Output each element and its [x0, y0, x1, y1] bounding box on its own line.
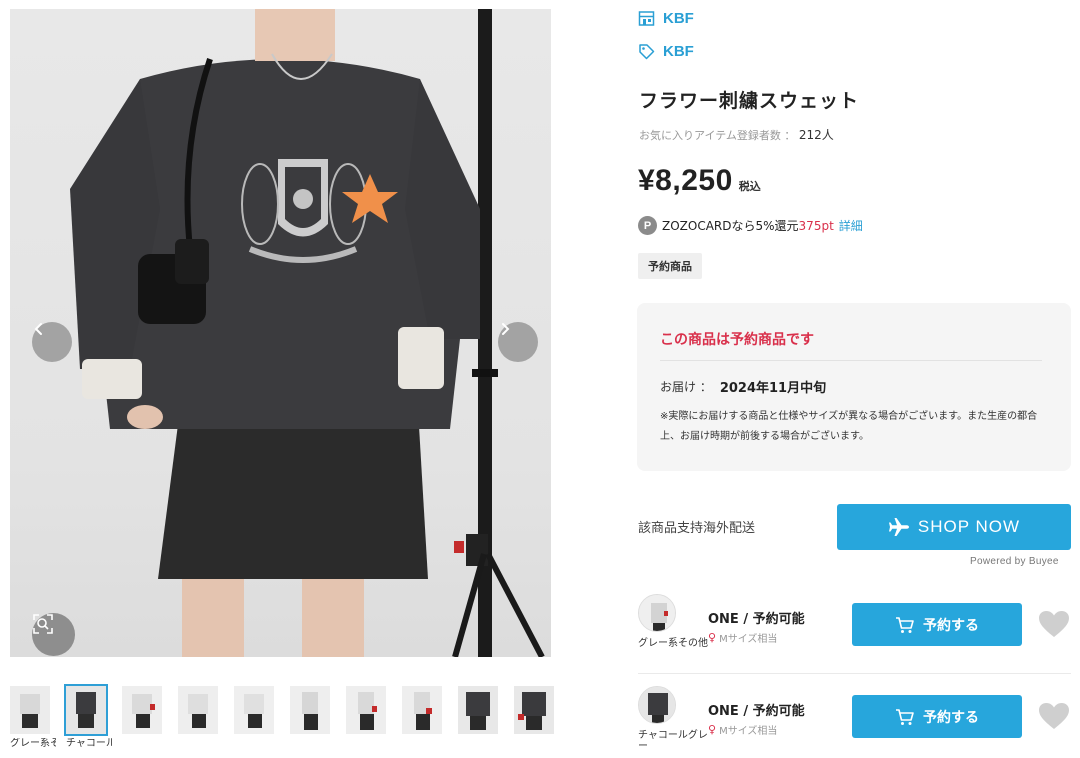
favorite-heart-icon[interactable]	[1038, 702, 1070, 730]
thumbnail[interactable]: グレー系その他	[10, 686, 56, 758]
delivery-label: お届け ：	[660, 380, 712, 394]
price: ¥8,250 税込	[638, 164, 761, 198]
price-amount: ¥8,250	[638, 164, 733, 197]
person-icon: ♀	[708, 723, 717, 736]
thumbnail[interactable]	[122, 686, 162, 758]
reserve-button[interactable]: 予約する	[852, 695, 1022, 738]
thumbnail-image	[402, 686, 442, 734]
variant-row: チャコールグレー ONE / 予約可能 ♀ Mサイズ相当 予約する	[638, 686, 1080, 758]
airplane-icon	[888, 518, 909, 536]
divider	[638, 673, 1071, 674]
delivery-date: 2024年11月中旬	[719, 381, 827, 396]
points-amount: 375pt	[798, 218, 834, 233]
thumbnail-caption: グレー系その他	[10, 738, 56, 749]
chevron-left-icon	[34, 323, 42, 335]
chevron-right-icon	[502, 323, 510, 335]
fit-text: Mサイズ相当	[719, 634, 778, 645]
thumbnail-image	[346, 686, 386, 734]
reserve-button[interactable]: 予約する	[852, 603, 1022, 646]
favorite-count-value: 212人	[798, 128, 834, 142]
shop-icon	[638, 11, 655, 26]
tag-icon	[639, 44, 655, 60]
thumbnail-caption: チャコールグレー	[66, 738, 112, 749]
points-text: ZOZOCARDなら5%還元	[662, 219, 799, 233]
thumbnail-caption	[514, 738, 560, 758]
thumbnail-caption	[458, 738, 504, 758]
color-name: チャコールグレー	[638, 730, 708, 752]
zoom-search-icon	[33, 614, 53, 634]
preorder-notice: この商品は予約商品です お届け ： 2024年11月中旬 ※実際にお届けする商品…	[637, 303, 1071, 471]
color-name: グレー系その他	[638, 638, 708, 649]
favorite-count-label: お気に入りアイテム登録者数 ：	[639, 129, 796, 142]
fit-info: ♀ Mサイズ相当	[708, 722, 777, 737]
thumbnail-image	[458, 686, 498, 734]
shop-now-label: SHOP NOW	[917, 517, 1021, 536]
thumbnail[interactable]: チャコールグレー	[64, 684, 112, 758]
thumbnail-strip: グレー系その他 チャコールグレー	[10, 684, 555, 758]
shop-link[interactable]: KBF	[638, 10, 694, 27]
thumbnail[interactable]	[178, 686, 218, 758]
delivery-info: お届け ： 2024年11月中旬	[660, 377, 826, 396]
thumbnail-image	[178, 686, 218, 734]
thumbnail-image	[64, 684, 108, 736]
zoom-button[interactable]	[32, 613, 75, 656]
product-photo-illustration	[70, 9, 545, 657]
favorite-count: お気に入りアイテム登録者数 ： 212人	[639, 126, 834, 143]
overseas-shipping-label: 該商品支持海外配送	[638, 521, 756, 536]
thumbnail-image	[290, 686, 330, 734]
fit-text: Mサイズ相当	[719, 726, 778, 737]
cart-icon	[896, 616, 914, 633]
thumbnail[interactable]	[514, 686, 554, 758]
points-icon: P	[638, 216, 657, 235]
product-title: フラワー刺繍スウェット	[639, 90, 860, 112]
thumbnail-caption	[234, 738, 280, 758]
shop-name[interactable]: KBF	[663, 10, 694, 27]
size-stock: ONE / 予約可能	[708, 704, 805, 719]
thumbnail-image	[122, 686, 162, 734]
thumbnail-image	[10, 686, 50, 734]
reserve-button-label: 予約する	[923, 617, 979, 634]
person-icon: ♀	[708, 631, 717, 644]
color-swatch[interactable]	[638, 594, 676, 632]
brand-link[interactable]: KBF	[638, 43, 694, 60]
variant-row: グレー系その他 ONE / 予約可能 ♀ Mサイズ相当 予約する	[638, 594, 1080, 674]
shop-now-button[interactable]: SHOP NOW	[837, 504, 1071, 550]
cart-icon	[896, 708, 914, 725]
reserve-button-label: 予約する	[923, 709, 979, 726]
main-product-photo[interactable]	[10, 9, 551, 657]
thumbnail-caption	[346, 738, 392, 758]
preorder-notice-title: この商品は予約商品です	[660, 332, 814, 348]
thumbnail[interactable]	[458, 686, 498, 758]
thumbnail-image	[234, 686, 274, 734]
powered-by-text: Powered by Buyee	[970, 556, 1059, 567]
thumbnail-caption	[290, 738, 336, 758]
fit-info: ♀ Mサイズ相当	[708, 630, 777, 645]
thumbnail[interactable]	[290, 686, 330, 758]
divider	[660, 360, 1042, 361]
color-swatch[interactable]	[638, 686, 676, 724]
thumbnail[interactable]	[234, 686, 274, 758]
thumbnail[interactable]	[346, 686, 386, 758]
thumbnail-image	[514, 686, 554, 734]
preorder-tag: 予約商品	[638, 253, 702, 279]
thumbnail-caption	[122, 738, 168, 758]
brand-name[interactable]: KBF	[663, 43, 694, 60]
preorder-note: ※実際にお届けする商品と仕様やサイズが異なる場合がございます。また生産の都合上、…	[660, 411, 1038, 442]
size-stock: ONE / 予約可能	[708, 612, 805, 627]
favorite-heart-icon[interactable]	[1038, 610, 1070, 638]
thumbnail-caption	[178, 738, 224, 758]
thumbnail-caption	[402, 738, 448, 758]
points-detail-link[interactable]: 詳細	[839, 217, 863, 234]
next-image-button[interactable]	[498, 322, 538, 362]
previous-image-button[interactable]	[32, 322, 72, 362]
tax-label: 税込	[738, 180, 761, 193]
thumbnail[interactable]	[402, 686, 442, 758]
points-info: P ZOZOCARDなら5%還元 375pt 詳細	[638, 216, 863, 235]
